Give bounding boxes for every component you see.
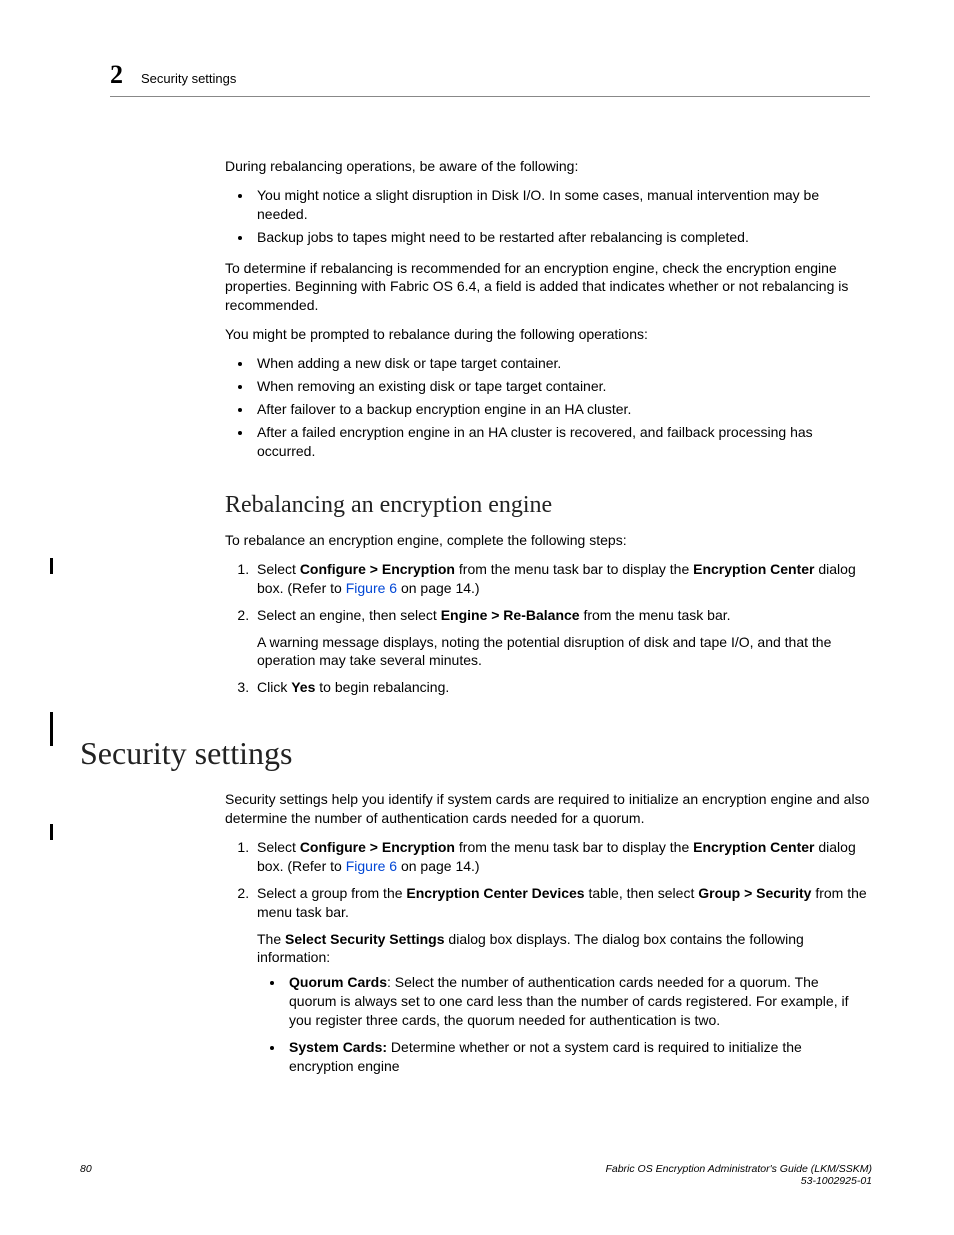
bullet-list: When adding a new disk or tape target co…: [225, 354, 870, 460]
body-text: You might be prompted to rebalance durin…: [225, 325, 870, 344]
step-text: Select Configure > Encryption from the m…: [257, 561, 856, 596]
bullet-list: You might notice a slight disruption in …: [225, 186, 870, 247]
doc-info: Fabric OS Encryption Administrator's Gui…: [605, 1163, 872, 1187]
step-note: A warning message displays, noting the p…: [257, 633, 870, 671]
body-text: Security settings help you identify if s…: [225, 790, 870, 828]
list-item: Select Configure > Encryption from the m…: [253, 560, 870, 598]
body-text: To determine if rebalancing is recommend…: [225, 259, 870, 316]
step-text: Select a group from the Encryption Cente…: [257, 885, 867, 920]
list-item: System Cards: Determine whether or not a…: [285, 1038, 870, 1076]
step-note: The Select Security Settings dialog box …: [257, 930, 870, 968]
body-text: During rebalancing operations, be aware …: [225, 157, 870, 176]
revision-bar: [50, 824, 53, 840]
running-title: Security settings: [141, 71, 236, 86]
step-text: Select Configure > Encryption from the m…: [257, 839, 856, 874]
figure-link[interactable]: Figure 6: [346, 858, 397, 874]
page-title: Security settings: [80, 735, 870, 772]
list-item: Backup jobs to tapes might need to be re…: [253, 228, 870, 247]
list-item: You might notice a slight disruption in …: [253, 186, 870, 224]
body-text: To rebalance an encryption engine, compl…: [225, 531, 870, 550]
list-item: Select a group from the Encryption Cente…: [253, 884, 870, 1076]
running-header: 2 Security settings: [110, 60, 870, 97]
section-heading: Rebalancing an encryption engine: [225, 489, 870, 521]
sub-bullet-list: Quorum Cards: Select the number of authe…: [257, 973, 870, 1075]
list-item: When adding a new disk or tape target co…: [253, 354, 870, 373]
revision-bar: [50, 558, 53, 574]
list-item: Select an engine, then select Engine > R…: [253, 606, 870, 671]
revision-bar: [50, 712, 53, 746]
page-number: 80: [80, 1163, 92, 1175]
numbered-list: Select Configure > Encryption from the m…: [225, 838, 870, 1076]
figure-link[interactable]: Figure 6: [346, 580, 397, 596]
list-item: After a failed encryption engine in an H…: [253, 423, 870, 461]
list-item: After failover to a backup encryption en…: [253, 400, 870, 419]
list-item: Select Configure > Encryption from the m…: [253, 838, 870, 876]
chapter-number: 2: [110, 60, 123, 90]
page-footer: 80 Fabric OS Encryption Administrator's …: [80, 1163, 872, 1187]
step-text: Click Yes to begin rebalancing.: [257, 679, 449, 695]
list-item: Quorum Cards: Select the number of authe…: [285, 973, 870, 1030]
numbered-list: Select Configure > Encryption from the m…: [225, 560, 870, 697]
list-item: When removing an existing disk or tape t…: [253, 377, 870, 396]
step-text: Select an engine, then select Engine > R…: [257, 607, 731, 623]
list-item: Click Yes to begin rebalancing.: [253, 678, 870, 697]
